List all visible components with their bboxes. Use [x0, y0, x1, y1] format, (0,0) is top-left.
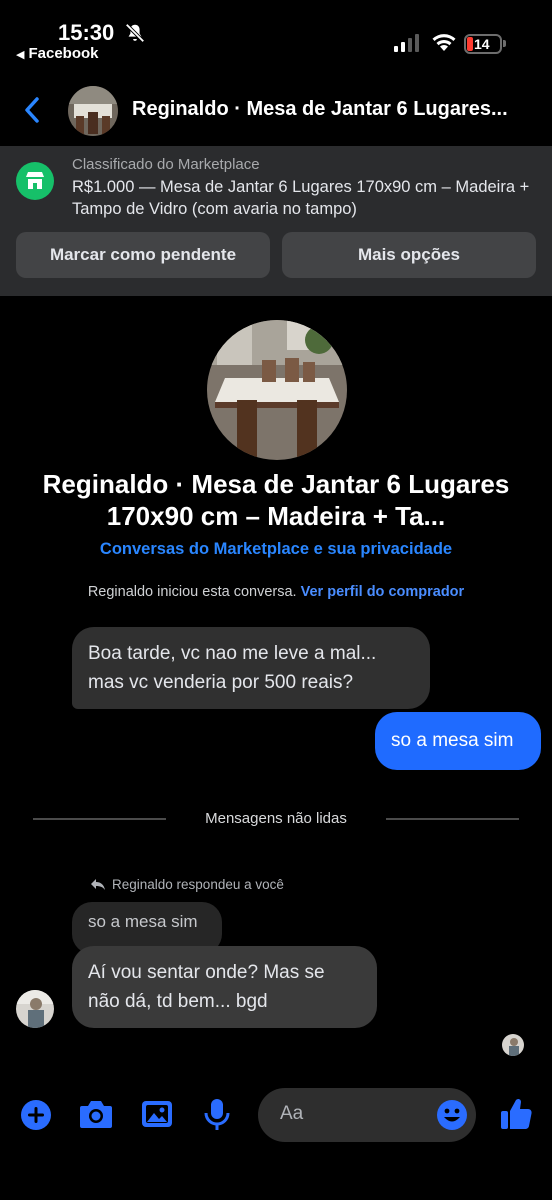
status-bar: 15:30 ◀ Facebook 14 [0, 0, 552, 70]
camera-icon[interactable] [78, 1098, 114, 1130]
message-bubble-incoming-reply[interactable]: Aí vou sentar onde? Mas se não dá, td be… [72, 946, 377, 1028]
header-title[interactable]: Reginaldo · Mesa de Jantar 6 Lugares... [132, 98, 532, 121]
unread-divider-line-right [386, 818, 519, 820]
thumbs-up-icon[interactable] [499, 1096, 533, 1132]
marketplace-privacy-link[interactable]: Conversas do Marketplace e sua privacida… [0, 540, 552, 559]
started-text: Reginaldo iniciou esta conversa. [87, 584, 297, 600]
status-time: 15:30 [58, 20, 115, 45]
plus-circle-icon[interactable] [19, 1098, 53, 1132]
photo-gallery-icon[interactable] [140, 1098, 174, 1130]
back-to-app-link[interactable]: ◀ Facebook [16, 45, 99, 62]
reply-note-text: Reginaldo respondeu a você [112, 877, 284, 892]
message-bubble-incoming[interactable]: Boa tarde, vc nao me leve a mal... mas v… [72, 627, 430, 709]
battery-icon: 14 [464, 34, 502, 54]
message-bubble-outgoing[interactable]: so a mesa sim [375, 712, 541, 770]
profile-title: Reginaldo · Mesa de Jantar 6 Lugares 170… [42, 469, 510, 531]
battery-level: 14 [474, 36, 490, 52]
cell-signal-icon [394, 34, 419, 52]
more-options-button[interactable]: Mais opções [282, 232, 536, 278]
emoji-icon[interactable] [436, 1099, 468, 1131]
header-listing-thumbnail[interactable] [68, 86, 118, 136]
message-input[interactable]: Aa [258, 1088, 476, 1142]
message-input-placeholder: Aa [280, 1103, 304, 1124]
message-composer: Aa [0, 1080, 552, 1150]
back-arrow-icon[interactable] [22, 96, 42, 124]
chat-header: Reginaldo · Mesa de Jantar 6 Lugares... [0, 78, 552, 142]
listing-description[interactable]: R$1.000 — Mesa de Jantar 6 Lugares 170x9… [72, 176, 532, 220]
mark-pending-button[interactable]: Marcar como pendente [16, 232, 270, 278]
view-buyer-profile-link[interactable]: Ver perfil do comprador [301, 584, 465, 600]
seen-receipt-avatar [502, 1034, 524, 1056]
reply-note: Reginaldo respondeu a você [90, 877, 284, 892]
reply-arrow-icon [91, 879, 105, 890]
sender-avatar[interactable] [16, 990, 54, 1028]
wifi-icon [432, 34, 456, 51]
microphone-icon[interactable] [203, 1097, 231, 1133]
marketplace-store-icon [16, 162, 54, 200]
bell-muted-icon [125, 23, 145, 43]
listing-label: Classificado do Marketplace [72, 156, 260, 173]
conversation-start-note: Reginaldo iniciou esta conversa. Ver per… [0, 584, 552, 600]
marketplace-listing-banner: Classificado do Marketplace R$1.000 — Me… [0, 146, 552, 296]
listing-photo[interactable] [207, 320, 347, 460]
back-app-label: Facebook [28, 45, 99, 62]
